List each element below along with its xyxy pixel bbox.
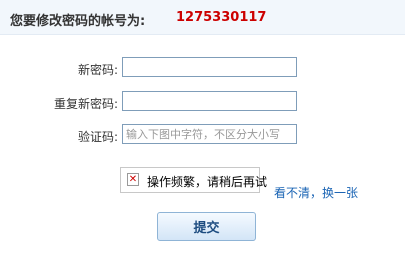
captcha-label: 验证码: <box>77 130 118 144</box>
captcha-image-text: 操作频繁，请稍后再试 <box>147 175 268 189</box>
page-title: 您要修改密码的帐号为: <box>10 14 146 29</box>
confirm-password-input[interactable] <box>122 91 297 111</box>
captcha-image[interactable]: ✕ 操作频繁，请稍后再试 <box>120 167 267 193</box>
refresh-captcha-link[interactable]: 看不清，换一张 <box>274 184 358 201</box>
page-header: 您要修改密码的帐号为: 1275330117 <box>0 0 405 35</box>
captcha-input[interactable] <box>122 124 297 144</box>
submit-button[interactable]: 提交 <box>157 212 256 241</box>
new-password-input[interactable] <box>122 57 297 77</box>
broken-image-icon: ✕ <box>127 173 139 186</box>
account-number: 1275330117 <box>176 10 267 25</box>
new-password-label: 新密码: <box>77 63 118 77</box>
confirm-password-label: 重复新密码: <box>53 97 118 111</box>
